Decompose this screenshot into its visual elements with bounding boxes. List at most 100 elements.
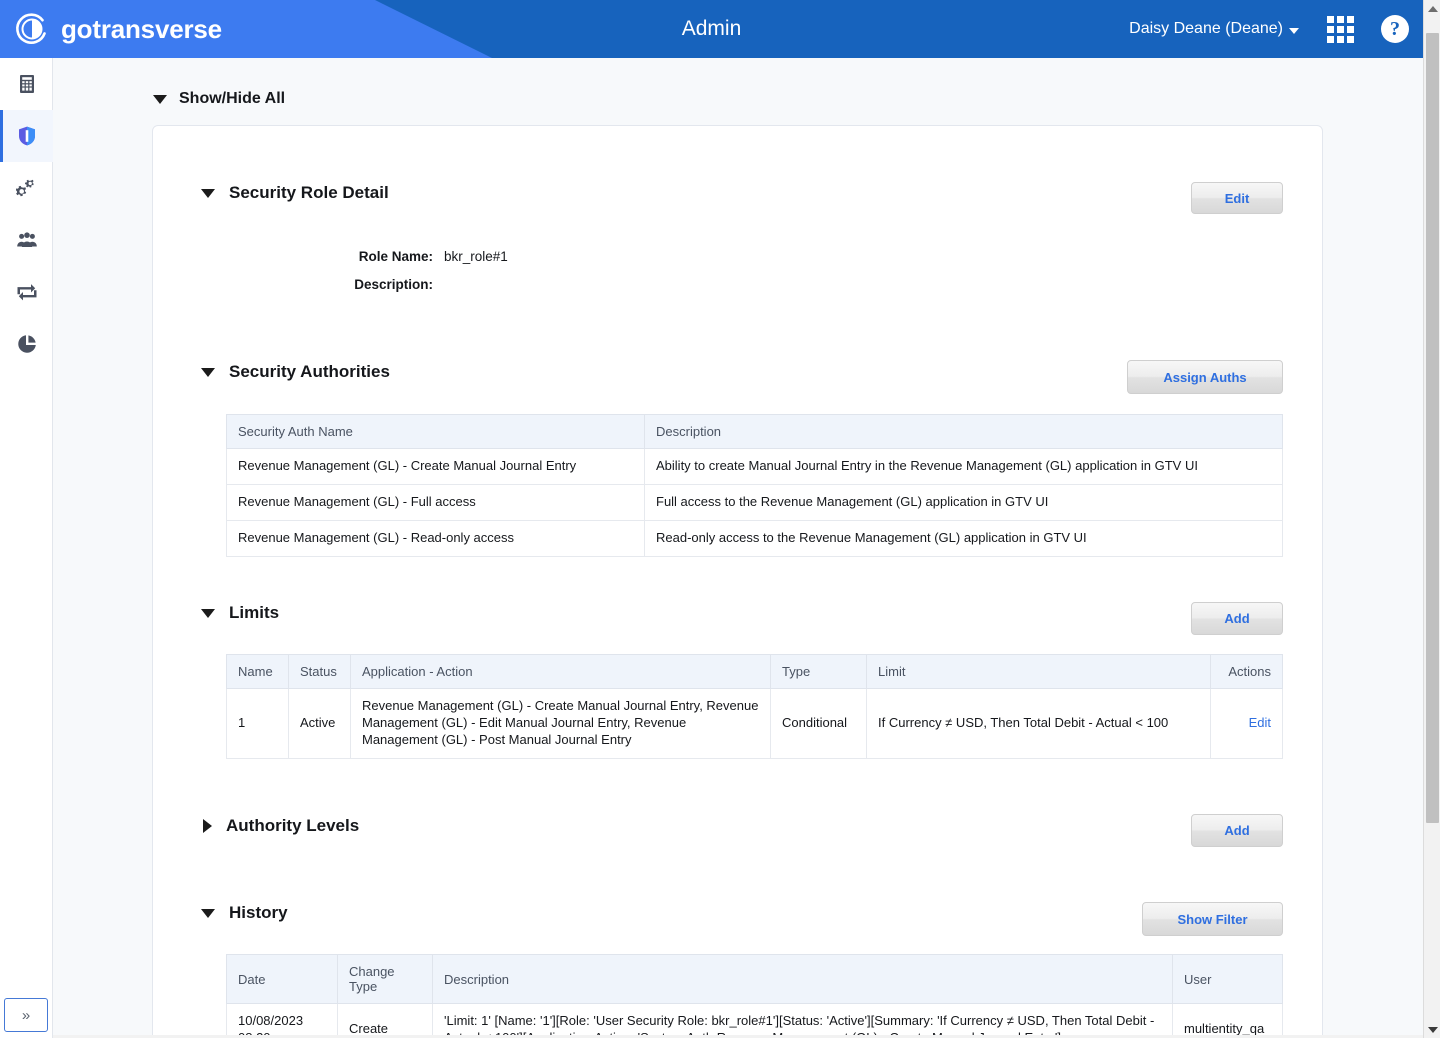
header-actions: Daisy Deane (Deane) ?: [1115, 0, 1423, 58]
arrow-down-icon: [1427, 1026, 1438, 1033]
description-field: Description:: [337, 277, 444, 292]
limits-header[interactable]: Limits: [201, 603, 279, 623]
history-table: Date Change Type Description User 10/08/…: [226, 954, 1283, 1038]
users-icon: [16, 232, 37, 247]
table-row[interactable]: Revenue Management (GL) - Full access Fu…: [226, 483, 1283, 521]
table-row[interactable]: 1 Active Revenue Management (GL) - Creat…: [226, 688, 1283, 759]
add-authority-level-button[interactable]: Add: [1191, 814, 1283, 847]
show-hide-all-label: Show/Hide All: [179, 90, 286, 107]
column-user: User: [1172, 954, 1283, 1004]
cell-limit-value: If Currency ≠ USD, Then Total Debit - Ac…: [866, 688, 1211, 759]
caret-down-icon: [201, 608, 215, 618]
help-button[interactable]: ?: [1367, 0, 1423, 58]
security-authorities-title: Security Authorities: [229, 362, 390, 381]
application-window: gotransverse Admin Daisy Deane (Deane) ?: [0, 0, 1440, 1038]
authority-levels-title: Authority Levels: [226, 816, 360, 835]
column-description: Description: [432, 954, 1173, 1004]
cell-auth-name: Revenue Management (GL) - Full access: [226, 483, 645, 521]
column-change-type: Change Type: [337, 954, 433, 1004]
cell-history-change-type: Create: [337, 1003, 433, 1038]
detail-card: Security Role Detail Edit Role Name: bkr…: [152, 125, 1323, 1038]
table-row[interactable]: 10/08/2023 08:20 Create 'Limit: 1' [Name…: [226, 1003, 1283, 1038]
apps-grid-button[interactable]: [1313, 0, 1367, 58]
description-label: Description:: [354, 277, 433, 292]
column-name: Name: [226, 654, 289, 689]
table-header-row: Security Auth Name Description: [226, 414, 1283, 449]
cell-application-action: Revenue Management (GL) - Create Manual …: [350, 688, 771, 759]
cell-history-date: 10/08/2023 08:20: [226, 1003, 338, 1038]
top-header-bar: gotransverse Admin Daisy Deane (Deane) ?: [0, 0, 1423, 58]
column-security-auth-name: Security Auth Name: [226, 414, 645, 449]
role-name-label: Role Name:: [358, 249, 433, 264]
sidebar-item-settings[interactable]: [0, 162, 53, 214]
cell-auth-description: Read-only access to the Revenue Manageme…: [644, 519, 1283, 557]
table-row[interactable]: Revenue Management (GL) - Create Manual …: [226, 448, 1283, 485]
history-header[interactable]: History: [201, 903, 288, 923]
sidebar-item-security[interactable]: [0, 110, 53, 162]
role-name-value: bkr_role#1: [444, 249, 508, 264]
column-description: Description: [644, 414, 1283, 449]
caret-down-icon: [201, 367, 215, 377]
vertical-scrollbar[interactable]: [1423, 0, 1440, 1038]
cell-auth-name: Revenue Management (GL) - Create Manual …: [226, 448, 645, 485]
cell-auth-description: Full access to the Revenue Management (G…: [644, 483, 1283, 521]
column-date: Date: [226, 954, 338, 1004]
brand-logo[interactable]: gotransverse: [14, 0, 222, 58]
security-role-detail-header[interactable]: Security Role Detail: [201, 183, 389, 203]
limits-title: Limits: [229, 603, 280, 622]
cell-history-description: 'Limit: 1' [Name: '1'][Role: 'User Secur…: [432, 1003, 1173, 1038]
help-circle-icon: ?: [1381, 15, 1409, 43]
cell-limit-name: 1: [226, 688, 289, 759]
caret-right-icon: [203, 819, 212, 833]
security-authorities-header[interactable]: Security Authorities: [201, 362, 390, 382]
column-type: Type: [770, 654, 867, 689]
limits-table: Name Status Application - Action Type Li…: [226, 654, 1283, 759]
brand-name: gotransverse: [61, 13, 222, 44]
add-limit-button[interactable]: Add: [1191, 602, 1283, 635]
gotransverse-logo-icon: [14, 11, 50, 47]
cell-limit-status: Active: [288, 688, 351, 759]
show-filter-button[interactable]: Show Filter: [1142, 902, 1283, 936]
table-header-row: Date Change Type Description User: [226, 954, 1283, 1004]
table-row[interactable]: Revenue Management (GL) - Read-only acce…: [226, 519, 1283, 557]
column-application-action: Application - Action: [350, 654, 771, 689]
pie-chart-icon: [17, 335, 36, 353]
role-name-field: Role Name: bkr_role#1: [337, 249, 508, 264]
edit-role-button[interactable]: Edit: [1191, 182, 1283, 214]
cell-history-user: multientity_qa: [1172, 1003, 1283, 1038]
cell-auth-description: Ability to create Manual Journal Entry i…: [644, 448, 1283, 485]
sidebar-item-reports[interactable]: [0, 318, 53, 370]
cell-auth-name: Revenue Management (GL) - Read-only acce…: [226, 519, 645, 557]
sidebar-collapse-button[interactable]: »: [4, 998, 48, 1032]
authority-levels-header[interactable]: Authority Levels: [203, 816, 359, 836]
table-header-row: Name Status Application - Action Type Li…: [226, 654, 1283, 689]
left-sidebar: »: [0, 58, 53, 1038]
scroll-down-button[interactable]: [1424, 1021, 1440, 1038]
caret-down-icon: [153, 94, 167, 104]
gears-icon: [15, 179, 34, 197]
grid-apps-icon: [1326, 15, 1354, 43]
user-menu[interactable]: Daisy Deane (Deane): [1115, 20, 1313, 38]
column-limit: Limit: [866, 654, 1211, 689]
security-role-detail-title: Security Role Detail: [229, 183, 389, 202]
edit-limit-link[interactable]: Edit: [1210, 688, 1283, 759]
caret-down-icon: [201, 908, 215, 918]
sidebar-item-users[interactable]: [0, 214, 53, 266]
building-icon: [19, 75, 34, 93]
assign-auths-button[interactable]: Assign Auths: [1127, 360, 1283, 394]
show-hide-all-toggle[interactable]: Show/Hide All: [153, 90, 285, 108]
sidebar-item-integrations[interactable]: [0, 266, 53, 318]
page-content: Show/Hide All Security Role Detail Edit …: [53, 58, 1423, 1038]
column-status: Status: [288, 654, 351, 689]
scroll-up-button[interactable]: [1424, 0, 1440, 17]
shield-icon: [18, 126, 35, 146]
security-authorities-table: Security Auth Name Description Revenue M…: [226, 414, 1283, 557]
history-title: History: [229, 903, 288, 922]
cell-limit-type: Conditional: [770, 688, 867, 759]
sidebar-item-billing[interactable]: [0, 58, 53, 110]
caret-down-icon: [201, 188, 215, 198]
arrow-up-icon: [1427, 5, 1438, 12]
user-name-label: Daisy Deane (Deane): [1129, 20, 1283, 37]
scrollbar-thumb[interactable]: [1426, 33, 1439, 823]
column-actions: Actions: [1210, 654, 1283, 689]
